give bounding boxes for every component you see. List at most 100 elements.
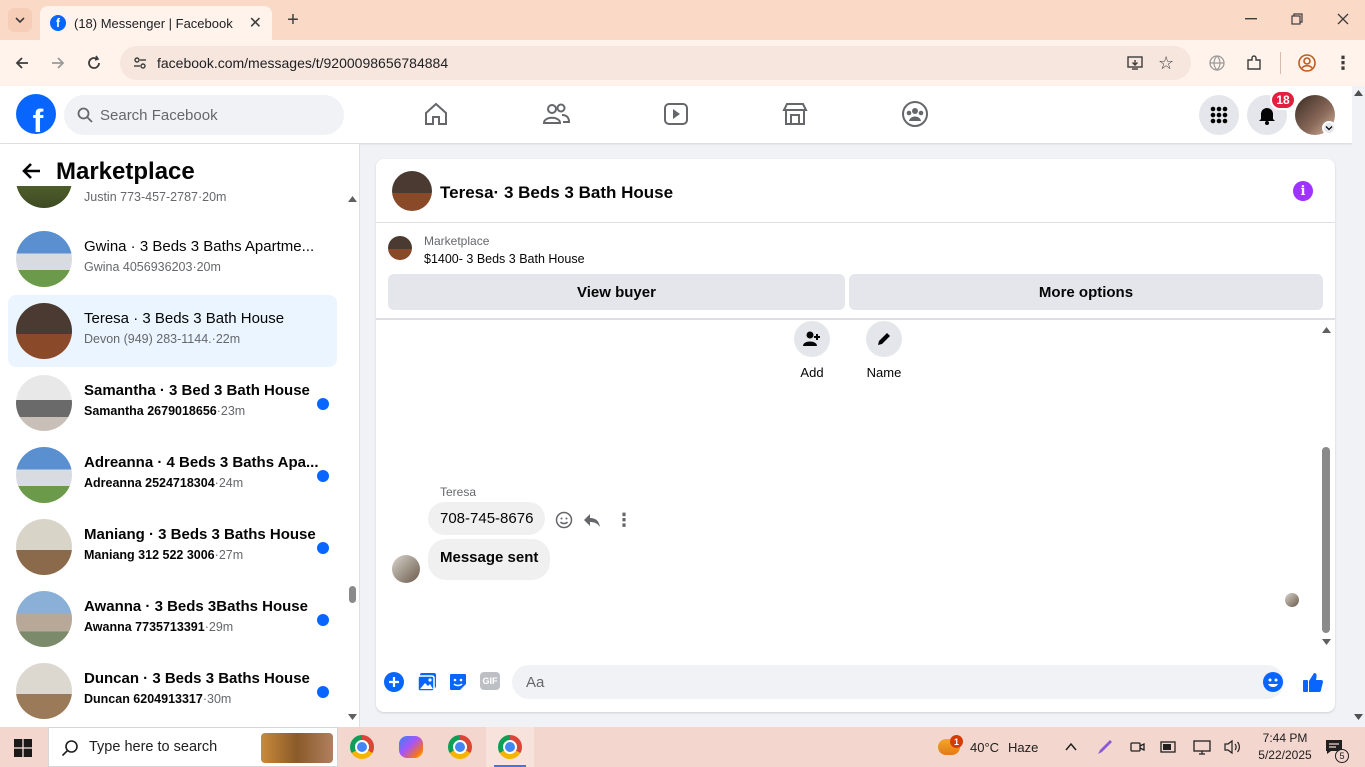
new-tab-icon[interactable]: + [282,9,304,31]
address-bar[interactable]: facebook.com/messages/t/9200098656784884… [120,46,1191,80]
browser-tab-messenger[interactable]: f (18) Messenger | Facebook ✕ [40,6,272,40]
weather-description[interactable]: Haze [1008,740,1038,755]
taskbar-search-icon [61,739,79,757]
conversation-title: Maniang · 3 Beds 3 Baths House [84,526,316,543]
friends-nav-icon[interactable] [542,100,570,128]
marketplace-listing-bar: Marketplace $1400- 3 Beds 3 Bath House V… [376,224,1335,320]
conversation-subtitle: Samantha 2679018656·23m [84,404,246,418]
forward-icon[interactable] [46,52,70,74]
back-arrow-icon[interactable] [20,160,42,182]
browser-menu-icon[interactable]: ⋮ [1334,52,1352,74]
meet-now-icon[interactable] [1129,739,1145,755]
conversation-item-samantha[interactable]: Samantha · 3 Bed 3 Bath House Samantha 2… [8,367,337,439]
weather-temperature[interactable]: 40°C [970,740,999,755]
taskbar-search-input[interactable]: Type here to search [48,727,338,767]
minimize-icon[interactable] [1240,8,1262,30]
reply-icon[interactable] [583,511,601,529]
home-nav-icon[interactable] [422,100,450,128]
chat-scroll-thumb[interactable] [1322,447,1330,633]
conversation-item-maniang[interactable]: Maniang · 3 Beds 3 Baths House Maniang 3… [8,511,337,583]
message-input[interactable]: Aa [512,665,1284,699]
conversation-item-duncan[interactable]: Duncan · 3 Beds 3 Baths House Duncan 620… [8,655,337,727]
site-info-icon[interactable] [132,55,148,71]
attach-photo-icon[interactable] [417,672,437,692]
view-buyer-button[interactable]: View buyer [388,274,845,310]
taskbar-copilot-app[interactable] [387,727,435,767]
install-app-icon[interactable] [1126,54,1144,72]
marketplace-nav-icon[interactable] [781,100,809,128]
chrome-icon [350,735,374,759]
clock-date[interactable]: 5/22/2025 [1254,748,1316,762]
message-bubble[interactable]: 708-745-8676 [428,502,546,535]
chat-header: Teresa· 3 Beds 3 Bath House i [376,159,1335,223]
taskbar-chrome-app-2[interactable] [436,727,484,767]
conversation-subtitle: Duncan 6204913317·30m [84,692,232,706]
gif-icon[interactable]: GIF [480,672,500,690]
listing-thumbnail [16,447,72,503]
conversation-subtitle: Maniang 312 522 3006·27m [84,548,244,562]
sticker-icon[interactable] [448,672,468,692]
show-hidden-icons-chevron[interactable] [1064,740,1078,754]
chat-scrollbar[interactable] [1320,323,1332,649]
chat-panel: Teresa· 3 Beds 3 Bath House i Marketplac… [376,159,1335,712]
page-scrollbar[interactable] [1352,86,1365,727]
battery-tray-icon[interactable] [1160,739,1178,755]
tab-search-icon[interactable] [8,8,32,32]
reload-icon[interactable] [82,52,106,74]
chat-avatar[interactable] [392,171,432,211]
conversation-time: 22m [215,332,241,346]
search-highlight-image[interactable] [261,733,333,763]
listing-mini-thumbnail [388,236,412,260]
listing-thumbnail [16,519,72,575]
conversation-item-adreanna[interactable]: Adreanna · 4 Beds 3 Baths Apa... Adreann… [8,439,337,511]
extensions-icon[interactable] [1243,52,1265,74]
sidebar-scrollbar[interactable] [345,144,359,727]
network-icon[interactable] [1193,739,1211,755]
conversation-item-gwina[interactable]: Gwina · 3 Beds 3 Baths Apartme... Gwina … [8,223,337,295]
restore-icon[interactable] [1286,8,1308,30]
clock-time[interactable]: 7:44 PM [1260,731,1310,745]
conversation-item-awanna[interactable]: Awanna · 3 Beds 3Baths House Awanna 7735… [8,583,337,655]
notification-badge: 18 [1270,90,1296,110]
unread-dot [317,470,329,482]
close-tab-icon[interactable]: ✕ [249,13,262,33]
video-nav-icon[interactable] [662,100,690,128]
more-options-button[interactable]: More options [849,274,1323,310]
name-action[interactable]: Name [854,321,914,380]
windows-start-icon[interactable] [14,739,32,757]
profile-icon[interactable] [1296,52,1318,74]
menu-grid-button[interactable] [1199,95,1239,135]
close-window-icon[interactable] [1332,8,1354,30]
weather-badge: 1 [950,735,963,748]
facebook-favicon-icon: f [50,15,66,31]
emoji-picker-icon[interactable] [1263,672,1283,692]
message-more-icon[interactable]: ⋮ [615,510,633,531]
conversation-title: Teresa · 3 Beds 3 Bath House [84,310,285,327]
listing-thumbnail [16,231,72,287]
bookmark-star-icon[interactable]: ☆ [1158,53,1174,74]
account-chevron-icon[interactable] [1322,121,1336,135]
taskbar-chrome-app-1[interactable] [338,727,386,767]
groups-nav-icon[interactable] [901,100,929,128]
volume-icon[interactable] [1224,739,1242,755]
like-thumbs-up-icon[interactable] [1302,671,1324,693]
conversation-subtitle: Gwina 4056936203·20m [84,260,221,274]
chat-title[interactable]: Teresa· 3 Beds 3 Bath House [440,183,673,203]
sidebar-scroll-thumb[interactable] [349,586,356,603]
message-bubble[interactable]: Message sent [428,539,551,580]
conversation-time: 23m [220,404,246,418]
add-people-action[interactable]: Add [782,321,842,380]
sender-avatar[interactable] [392,555,420,583]
more-actions-plus-icon[interactable] [384,672,404,692]
facebook-logo-icon[interactable]: f [16,94,56,134]
listing-price-title[interactable]: $1400- 3 Beds 3 Bath House [424,252,585,266]
facebook-search-input[interactable]: Search Facebook [64,95,344,135]
translate-icon[interactable] [1206,52,1228,74]
conversation-item-teresa[interactable]: Teresa · 3 Beds 3 Bath House Devon (949)… [8,295,337,367]
taskbar-chrome-app-3[interactable] [486,727,534,767]
unread-dot [317,542,329,554]
pen-tray-icon[interactable] [1096,738,1114,756]
react-emoji-icon[interactable] [555,511,573,529]
info-icon[interactable]: i [1293,181,1313,201]
back-icon[interactable] [10,52,34,74]
